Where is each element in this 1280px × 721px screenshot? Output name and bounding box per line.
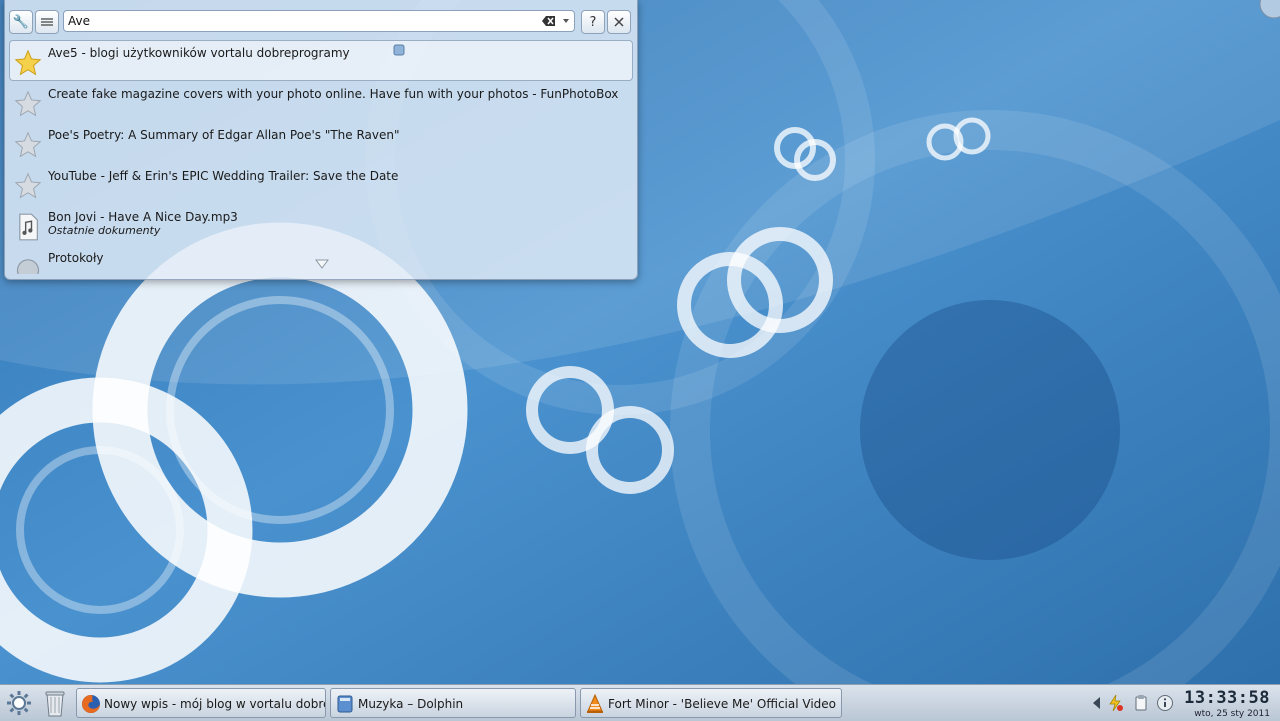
krunner-window: 🔧 ? bbox=[4, 0, 638, 280]
star-grey-icon bbox=[14, 131, 42, 158]
task-firefox[interactable]: Nowy wpis - mój blog w vortalu dobreprog… bbox=[76, 688, 326, 718]
runner-toolbar: 🔧 ? bbox=[5, 6, 637, 34]
chevron-down-icon[interactable] bbox=[562, 17, 570, 25]
clock-date: wto, 25 sty 2011 bbox=[1194, 709, 1270, 719]
close-button[interactable] bbox=[607, 10, 631, 34]
results-list: Ave5 - blogi użytkowników vortalu dobrep… bbox=[9, 40, 633, 275]
desktop-toolbox-button[interactable] bbox=[1252, 0, 1280, 22]
activity-icon bbox=[41, 18, 53, 26]
result-item[interactable]: Ave5 - blogi użytkowników vortalu dobrep… bbox=[9, 40, 633, 81]
clock-time: 13:33:58 bbox=[1184, 688, 1270, 708]
tray-expand-arrow-icon[interactable] bbox=[1088, 694, 1106, 712]
protocol-icon bbox=[16, 259, 40, 274]
info-notifications-icon[interactable] bbox=[1156, 694, 1174, 712]
digital-clock[interactable]: 13:33:58 wto, 25 sty 2011 bbox=[1184, 688, 1270, 719]
trash-icon[interactable] bbox=[40, 688, 70, 718]
help-button[interactable]: ? bbox=[581, 10, 605, 34]
clipboard-icon[interactable] bbox=[1132, 694, 1150, 712]
result-title: Ave5 - blogi użytkowników vortalu dobrep… bbox=[48, 46, 350, 60]
search-field[interactable] bbox=[63, 10, 575, 32]
result-subtitle: Ostatnie dokumenty bbox=[48, 224, 161, 237]
result-title: Poe's Poetry: A Summary of Edgar Allan P… bbox=[48, 128, 400, 142]
result-title: Create fake magazine covers with your ph… bbox=[48, 87, 619, 101]
power-battery-icon[interactable] bbox=[1106, 694, 1124, 712]
star-gold-icon bbox=[14, 49, 42, 76]
star-grey-icon bbox=[14, 90, 42, 117]
star-grey-icon bbox=[14, 172, 42, 199]
result-item[interactable]: Create fake magazine covers with your ph… bbox=[9, 81, 633, 122]
result-item[interactable]: YouTube - Jeff & Erin's EPIC Wedding Tra… bbox=[9, 163, 633, 204]
clear-text-icon[interactable] bbox=[542, 15, 556, 27]
task-dolphin[interactable]: Muzyka – Dolphin bbox=[330, 688, 576, 718]
drag-handle-icon bbox=[393, 44, 405, 56]
vlc-icon bbox=[587, 694, 603, 713]
result-item[interactable]: Bon Jovi - Have A Nice Day.mp3 Ostatnie … bbox=[9, 204, 633, 245]
result-item[interactable]: Poe's Poetry: A Summary of Edgar Allan P… bbox=[9, 122, 633, 163]
kde-menu-icon[interactable] bbox=[4, 688, 34, 718]
activity-button[interactable] bbox=[35, 10, 59, 34]
result-title: Protokoły bbox=[48, 251, 104, 265]
audio-file-icon bbox=[19, 213, 38, 241]
dolphin-icon bbox=[337, 695, 353, 713]
search-input[interactable] bbox=[68, 12, 538, 30]
firefox-icon bbox=[82, 695, 100, 713]
taskbar-panel: Nowy wpis - mój blog w vortalu dobreprog… bbox=[0, 684, 1280, 721]
settings-wrench-button[interactable]: 🔧 bbox=[9, 10, 33, 34]
task-vlc[interactable]: Fort Minor - 'Believe Me' Official Video bbox=[580, 688, 842, 718]
result-title: Bon Jovi - Have A Nice Day.mp3 bbox=[48, 210, 238, 224]
scroll-down-arrow-icon[interactable] bbox=[315, 259, 329, 269]
wrench-icon: 🔧 bbox=[12, 14, 30, 30]
result-title: YouTube - Jeff & Erin's EPIC Wedding Tra… bbox=[48, 169, 399, 183]
close-icon bbox=[614, 17, 624, 27]
